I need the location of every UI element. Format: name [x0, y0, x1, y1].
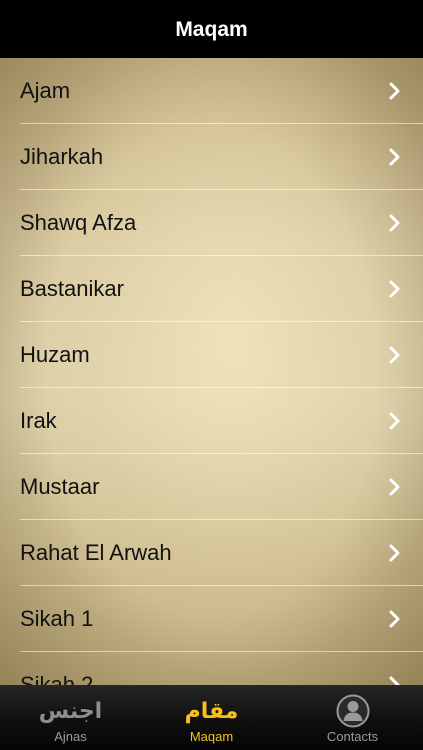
- chevron-right-icon: [389, 544, 400, 562]
- list-item-label: Ajam: [20, 78, 71, 103]
- list-item[interactable]: Huzam: [0, 322, 423, 388]
- chevron-right-icon: [389, 148, 400, 166]
- chevron-right-icon: [389, 280, 400, 298]
- chevron-right-icon: [389, 346, 400, 364]
- tab-maqam[interactable]: مقام Maqam: [141, 685, 282, 750]
- tab-ajnas[interactable]: اجنس Ajnas: [0, 685, 141, 750]
- list-item[interactable]: Jiharkah: [0, 124, 423, 190]
- chevron-right-icon: [389, 676, 400, 685]
- tab-label: Ajnas: [54, 729, 87, 744]
- list-item-label: Sikah 2: [20, 672, 94, 685]
- list-item-label: Irak: [20, 408, 57, 433]
- list-item[interactable]: Shawq Afza: [0, 190, 423, 256]
- app-screen: Maqam Ajam Jiharkah Shawq Afza Bastanika…: [0, 0, 423, 750]
- chevron-right-icon: [389, 214, 400, 232]
- page-title: Maqam: [175, 18, 248, 41]
- list-item-label: Shawq Afza: [20, 210, 137, 235]
- list-item[interactable]: Irak: [0, 388, 423, 454]
- list-item-label: Sikah 1: [20, 606, 94, 631]
- chevron-right-icon: [389, 610, 400, 628]
- navigation-bar: Maqam: [0, 0, 423, 58]
- tab-label: Maqam: [189, 729, 234, 744]
- list-item[interactable]: Ajam: [0, 58, 423, 124]
- list-item-label: Jiharkah: [20, 144, 104, 169]
- maqam-arabic-icon: مقام: [184, 698, 239, 724]
- list-item-label: Huzam: [20, 342, 90, 367]
- maqam-list-container[interactable]: Ajam Jiharkah Shawq Afza Bastanikar Huza…: [0, 58, 423, 685]
- list-item[interactable]: Sikah 1: [0, 586, 423, 652]
- list-item[interactable]: Bastanikar: [0, 256, 423, 322]
- list-item[interactable]: Mustaar: [0, 454, 423, 520]
- ajnas-arabic-icon: اجنس: [38, 698, 103, 724]
- list-item-label: Bastanikar: [20, 276, 124, 301]
- list-item[interactable]: Rahat El Arwah: [0, 520, 423, 586]
- contact-person-icon: [336, 694, 370, 728]
- list-item-label: Rahat El Arwah: [20, 540, 172, 565]
- chevron-right-icon: [389, 412, 400, 430]
- chevron-right-icon: [389, 82, 400, 100]
- tab-contacts[interactable]: Contacts: [282, 685, 423, 750]
- tab-bar: اجنس Ajnas مقام Maqam Contacts: [0, 685, 423, 750]
- maqam-list: Ajam Jiharkah Shawq Afza Bastanikar Huza…: [0, 58, 423, 685]
- list-item[interactable]: Sikah 2: [0, 652, 423, 685]
- list-item-label: Mustaar: [20, 474, 100, 499]
- tab-label: Contacts: [326, 729, 379, 744]
- chevron-right-icon: [389, 478, 400, 496]
